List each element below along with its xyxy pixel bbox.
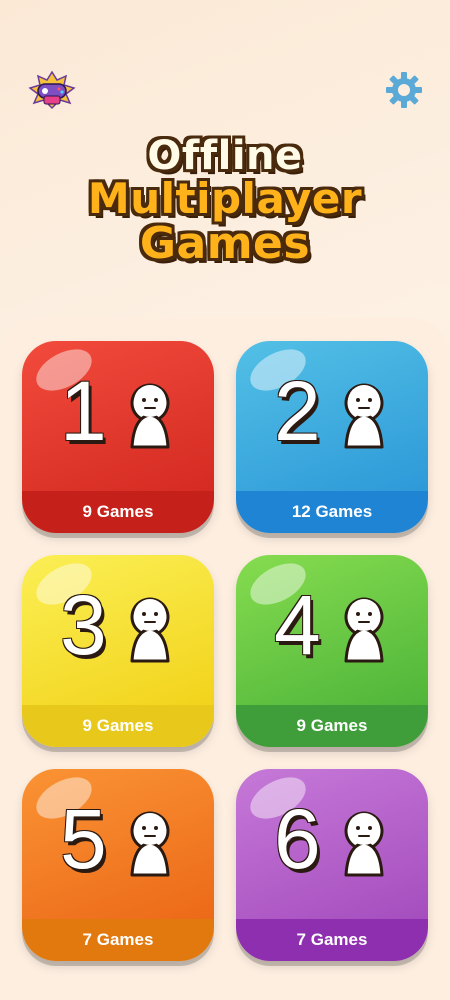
games-count-label: 9 Games — [236, 705, 428, 747]
gear-icon[interactable] — [384, 70, 424, 110]
pawn-icon — [334, 809, 394, 879]
games-count-label: 12 Games — [236, 491, 428, 533]
category-card-4-players[interactable]: 4 9 Games — [236, 555, 428, 747]
category-card-5-players[interactable]: 5 7 Games — [22, 769, 214, 961]
category-card-2-players[interactable]: 2 12 Games — [236, 341, 428, 533]
player-count: 4 — [274, 578, 321, 672]
games-count-label: 7 Games — [236, 919, 428, 961]
title-line-2: Multiplayer — [87, 174, 363, 223]
games-count-label: 9 Games — [22, 705, 214, 747]
player-count: 2 — [274, 364, 321, 458]
controller-logo-icon — [26, 70, 78, 110]
player-count: 6 — [274, 792, 321, 886]
pawn-icon — [120, 595, 180, 665]
app-title: Offline Multiplayer Games — [0, 135, 450, 267]
pawn-icon — [334, 595, 394, 665]
pawn-icon — [120, 809, 180, 879]
pawn-icon — [120, 381, 180, 451]
player-count: 3 — [60, 578, 107, 672]
category-card-1-player[interactable]: 1 9 Games — [22, 341, 214, 533]
category-card-3-players[interactable]: 3 9 Games — [22, 555, 214, 747]
player-count: 5 — [60, 792, 107, 886]
title-line-1: Offline — [147, 133, 303, 179]
header: Offline Multiplayer Games — [0, 0, 450, 320]
player-count: 1 — [60, 364, 107, 458]
games-count-label: 9 Games — [22, 491, 214, 533]
games-count-label: 7 Games — [22, 919, 214, 961]
title-line-3: Games — [139, 218, 311, 270]
category-card-6-players[interactable]: 6 7 Games — [236, 769, 428, 961]
pawn-icon — [334, 381, 394, 451]
